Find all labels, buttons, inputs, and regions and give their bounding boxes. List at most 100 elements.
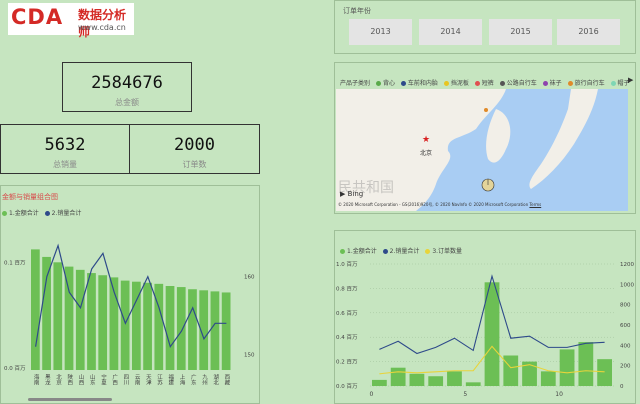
cda-logo: CDA 数据分析师 www.cda.cn (8, 3, 134, 39)
right-chart-legend: 1.金额合计 2.销量合计 3.订单数量 (340, 246, 466, 255)
y2-tick-label: 600 (620, 323, 631, 329)
x-tick-label: 江苏 (156, 374, 163, 387)
kpi-value: 2584676 (91, 73, 163, 93)
bar[interactable] (503, 355, 519, 387)
y2-tick-label: 800 (620, 303, 631, 309)
terms-link[interactable]: Terms (529, 202, 541, 207)
bar[interactable] (64, 266, 74, 370)
legend-item[interactable]: 1.金额合计 (2, 210, 39, 217)
year-button-2016[interactable]: 2016 (557, 19, 620, 45)
legend-item[interactable]: 车前和内胎 (400, 80, 438, 87)
bar[interactable] (465, 382, 481, 386)
kpi-value: 5632 (44, 135, 86, 155)
kpi-card-order-count[interactable]: 2000 订单数 (129, 124, 260, 174)
bar[interactable] (210, 291, 220, 370)
x-tick-label: 西藏 (223, 374, 230, 387)
kpi-card-total-qty[interactable]: 5632 总销量 (0, 124, 130, 174)
bar[interactable] (428, 376, 444, 386)
legend-dot-icon (425, 249, 431, 254)
legend-dot-icon (375, 81, 381, 86)
bar[interactable] (165, 286, 175, 370)
x-tick-label: 海南 (33, 373, 40, 386)
x-tick-label: 广东 (190, 373, 197, 386)
legend-next-arrow-icon[interactable]: ▶ (628, 76, 633, 84)
y-tick-label: 0.8 百万 (336, 285, 358, 292)
legend-dot-icon (542, 81, 548, 86)
bar[interactable] (188, 289, 197, 370)
year-button-2013[interactable]: 2013 (349, 19, 412, 45)
legend-dot-icon (382, 249, 388, 254)
bing-icon: ▶ (340, 190, 346, 198)
legend-item[interactable]: 挡泥板 (443, 80, 469, 87)
bar[interactable] (409, 373, 425, 386)
legend-dot-icon (44, 211, 50, 216)
x-tick-label: 上海 (179, 373, 186, 387)
bar[interactable] (98, 275, 108, 370)
legend-item[interactable]: 帽子 (610, 80, 630, 87)
year-slicer: 订单年份 2013 2014 2015 2016 (334, 0, 636, 54)
bar[interactable] (176, 287, 186, 370)
bar[interactable] (31, 249, 40, 370)
bar[interactable] (42, 256, 51, 370)
legend-item[interactable]: 1.金额合计 (340, 248, 377, 255)
right-combo-chart[interactable]: 1.0 百万 0.8 百万 0.6 百万 0.4 百万 0.2 百万 0.0 百万 1200… (334, 256, 636, 404)
y2-tick-label: 160 (244, 275, 255, 281)
korea-shape (486, 109, 511, 163)
y2-tick-label: 1200 (620, 262, 634, 268)
bing-map[interactable]: ★ 北京 民共和国 ▶ Bing © 2020 Microsoft Corpor… (336, 89, 628, 211)
x-tick-label: 北京 (55, 373, 62, 387)
series-line (35, 243, 227, 349)
year-button-2015[interactable]: 2015 (489, 19, 552, 45)
legend-item[interactable]: 公路自行车 (499, 80, 537, 87)
y2-tick-label: 0 (620, 384, 624, 390)
map-copyright: © 2020 Microsoft Corporation - GS(2016)9… (338, 202, 542, 207)
y-tick-label: 0.2 百万 (336, 359, 358, 366)
left-chart-title: 金额与销量组合图 (2, 193, 58, 201)
x-tick-label: 福建 (167, 373, 174, 387)
kpi-card-total-amount[interactable]: 2584676 总金额 (62, 62, 192, 112)
legend-item[interactable]: 袜子 (542, 80, 562, 87)
legend-item[interactable]: 短裤 (474, 80, 494, 87)
legend-dot-icon (474, 81, 480, 86)
bar[interactable] (75, 269, 85, 370)
x-tick-label: 九州 (201, 373, 208, 386)
bar[interactable] (120, 280, 130, 370)
x-tick-label: 山东 (89, 373, 96, 386)
legend-item[interactable]: 3.订单数量 (425, 248, 462, 255)
left-chart-scrollbar[interactable] (28, 398, 112, 401)
x-tick-label: 湖北 (212, 373, 219, 387)
map-legend-title: 产品子类别 (340, 80, 371, 87)
bar[interactable] (154, 283, 164, 370)
bar[interactable] (578, 342, 594, 386)
kpi-label: 总金额 (115, 98, 139, 107)
legend-dot-icon (400, 81, 406, 86)
legend-item[interactable]: 背心 (375, 80, 395, 87)
japan-shape (529, 89, 598, 189)
bar[interactable] (390, 367, 406, 386)
kpi-label: 总销量 (53, 160, 77, 169)
bar[interactable] (372, 379, 387, 386)
bing-logo: ▶ Bing (340, 190, 364, 198)
bar[interactable] (559, 349, 575, 386)
legend-item[interactable]: 2.销量合计 (382, 248, 419, 255)
legend-item[interactable]: 旅行自行车 (567, 80, 605, 87)
y-tick-label: 1.0 百万 (336, 261, 358, 268)
bar[interactable] (540, 371, 556, 386)
bar[interactable] (143, 282, 152, 370)
beijing-marker-icon[interactable]: ★ (422, 135, 430, 145)
x-tick-label: 0 (369, 391, 373, 398)
bar[interactable] (447, 371, 462, 386)
y2-tick-label: 150 (244, 352, 255, 358)
bar[interactable] (87, 273, 96, 370)
bar[interactable] (221, 292, 231, 370)
bar[interactable] (597, 359, 612, 386)
y-tick-label: 0.6 百万 (336, 310, 358, 317)
left-combo-chart[interactable]: 海南 黑龙 北京 陕西 山西 山东 宁夏 广西 四川 云南 天津 江苏 福建 上海 广东 九州 湖北 西藏 0.1 … (0, 220, 260, 404)
y-tick-label: 0.0 百万 (4, 365, 26, 372)
legend-item[interactable]: 2.销量合计 (44, 210, 81, 217)
y2-tick-label: 1000 (620, 282, 634, 288)
bar[interactable] (53, 262, 63, 370)
legend-dot-icon (2, 211, 7, 216)
x-tick-label: 5 (463, 391, 467, 398)
year-button-2014[interactable]: 2014 (419, 19, 482, 45)
